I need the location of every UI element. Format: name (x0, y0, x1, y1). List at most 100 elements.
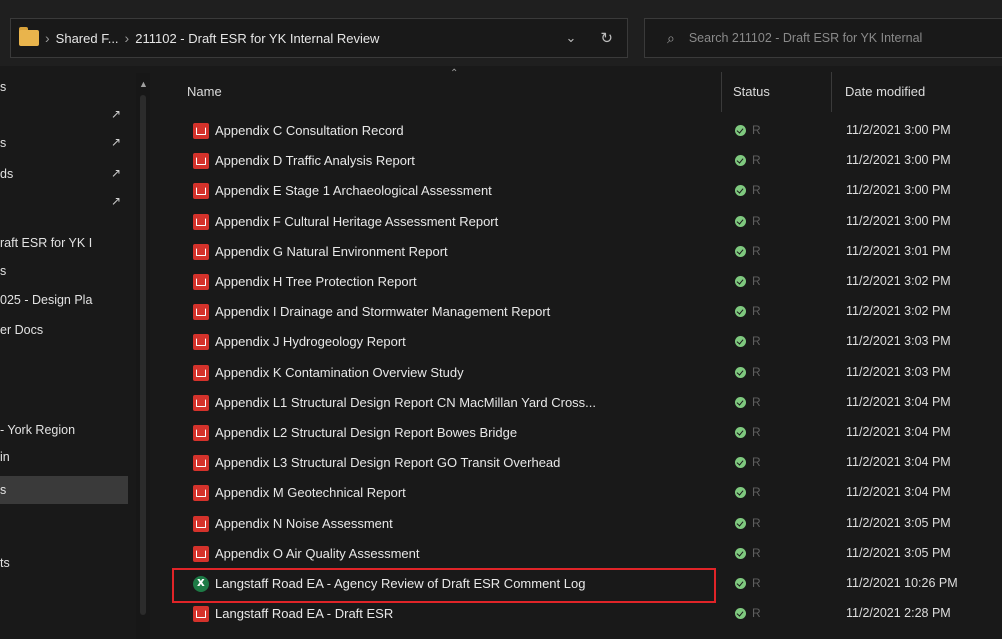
column-divider[interactable] (831, 72, 832, 112)
file-name: Appendix L1 Structural Design Report CN … (215, 395, 597, 410)
sync-status-icon (735, 518, 746, 529)
file-explorer-window: › Shared F... › 211102 - Draft ESR for Y… (0, 0, 1002, 639)
breadcrumb-shared[interactable]: Shared F... (56, 31, 119, 46)
file-name: Appendix G Natural Environment Report (215, 244, 448, 259)
file-name: Appendix N Noise Assessment (215, 516, 393, 531)
pdf-file-icon (193, 516, 209, 532)
file-date-modified: 11/2/2021 10:26 PM (846, 576, 958, 590)
pdf-file-icon (193, 183, 209, 199)
file-status: R (752, 546, 761, 560)
refresh-icon[interactable]: ↻ (600, 29, 613, 47)
breadcrumb-current-folder[interactable]: 211102 - Draft ESR for YK Internal Revie… (135, 31, 379, 46)
scroll-up-arrow-icon[interactable]: ▲ (139, 79, 148, 89)
file-name: Langstaff Road EA - Agency Review of Dra… (215, 576, 586, 591)
sync-status-icon (735, 276, 746, 287)
sync-status-icon (735, 427, 746, 438)
pdf-file-icon (193, 304, 209, 320)
file-date-modified: 11/2/2021 3:03 PM (846, 334, 951, 348)
file-status: R (752, 516, 761, 530)
file-date-modified: 11/2/2021 3:04 PM (846, 455, 951, 469)
breadcrumb-separator[interactable]: › (45, 30, 50, 46)
file-row[interactable]: Appendix E Stage 1 Archaeological Assess… (170, 176, 1002, 206)
sync-status-icon (735, 336, 746, 347)
file-status: R (752, 425, 761, 439)
file-date-modified: 11/2/2021 3:05 PM (846, 516, 951, 530)
search-box[interactable]: ⌕ Search 211102 - Draft ESR for YK Inter… (644, 18, 1002, 58)
nav-item-label: s (0, 80, 7, 94)
pdf-file-icon (193, 546, 209, 562)
file-row[interactable]: Appendix G Natural Environment Report R 11… (170, 237, 1002, 267)
breadcrumb-separator[interactable]: › (125, 30, 130, 46)
file-date-modified: 11/2/2021 3:00 PM (846, 153, 951, 167)
file-date-modified: 11/2/2021 3:05 PM (846, 546, 951, 560)
file-name: Appendix L2 Structural Design Report Bow… (215, 425, 518, 440)
sort-ascending-icon: ⌃ (450, 68, 459, 79)
file-date-modified: 11/2/2021 3:04 PM (846, 395, 951, 409)
sync-status-icon (735, 185, 746, 196)
nav-item[interactable]: s (0, 73, 140, 101)
file-row[interactable]: Appendix I Drainage and Stormwater Manag… (170, 297, 1002, 327)
file-list: Appendix C Consultation Record R 11/2/2021… (0, 116, 1002, 639)
file-status: R (752, 153, 761, 167)
file-status: R (752, 485, 761, 499)
search-placeholder: Search 211102 - Draft ESR for YK Interna… (688, 31, 923, 45)
file-row[interactable]: Appendix L1 Structural Design Report CN … (170, 388, 1002, 418)
column-date-modified[interactable]: Date modified (845, 84, 925, 99)
file-row[interactable]: Appendix O Air Quality Assessment R 11/2/2… (170, 539, 1002, 569)
file-name: Appendix F Cultural Heritage Assessment … (215, 214, 499, 229)
file-row[interactable]: Appendix F Cultural Heritage Assessment … (170, 207, 1002, 237)
file-row[interactable]: Appendix K Contamination Overview Study R… (170, 358, 1002, 388)
file-name: Appendix O Air Quality Assessment (215, 546, 420, 561)
file-name: Appendix M Geotechnical Report (215, 485, 406, 500)
file-name: Appendix K Contamination Overview Study (215, 365, 464, 380)
column-header: ⌃ Name Status Date modified (155, 66, 1002, 112)
file-name: Appendix I Drainage and Stormwater Manag… (215, 304, 551, 319)
column-name[interactable]: Name (187, 84, 222, 99)
pdf-file-icon (193, 244, 209, 260)
sync-status-icon (735, 306, 746, 317)
file-date-modified: 11/2/2021 3:00 PM (846, 183, 951, 197)
file-name: Appendix E Stage 1 Archaeological Assess… (215, 183, 492, 198)
file-row[interactable]: Appendix H Tree Protection Report R 11/2/2… (170, 267, 1002, 297)
column-divider[interactable] (721, 72, 722, 112)
file-date-modified: 11/2/2021 3:02 PM (846, 304, 951, 318)
pdf-file-icon (193, 123, 209, 139)
file-row-highlighted[interactable]: Langstaff Road EA - Agency Review of Dra… (170, 569, 1002, 599)
chevron-down-icon[interactable]: ⌄ (566, 30, 577, 46)
file-row[interactable]: Appendix C Consultation Record R 11/2/2021… (170, 116, 1002, 146)
sync-status-icon (735, 548, 746, 559)
pdf-file-icon (193, 455, 209, 471)
file-status: R (752, 365, 761, 379)
file-status: R (752, 123, 761, 137)
search-icon: ⌕ (667, 29, 675, 46)
file-name: Appendix H Tree Protection Report (215, 274, 417, 289)
pdf-file-icon (193, 214, 209, 230)
file-row[interactable]: Appendix J Hydrogeology Report R 11/2/2021… (170, 327, 1002, 357)
top-bar: › Shared F... › 211102 - Draft ESR for Y… (0, 0, 1002, 66)
sync-status-icon (735, 457, 746, 468)
file-date-modified: 11/2/2021 3:04 PM (846, 425, 951, 439)
file-row[interactable]: Appendix L3 Structural Design Report GO … (170, 448, 1002, 478)
file-name: Appendix J Hydrogeology Report (215, 334, 406, 349)
sync-status-icon (735, 216, 746, 227)
file-status: R (752, 334, 761, 348)
pdf-file-icon (193, 153, 209, 169)
pdf-file-icon (193, 334, 209, 350)
sync-status-icon (735, 246, 746, 257)
file-status: R (752, 606, 761, 620)
sync-status-icon (735, 367, 746, 378)
column-status[interactable]: Status (733, 84, 770, 99)
file-date-modified: 11/2/2021 3:01 PM (846, 244, 951, 258)
folder-icon (19, 27, 39, 46)
file-status: R (752, 274, 761, 288)
file-row[interactable]: Appendix N Noise Assessment R 11/2/2021 3:… (170, 509, 1002, 539)
file-row[interactable]: Appendix D Traffic Analysis Report R 11/2/… (170, 146, 1002, 176)
file-row[interactable]: Appendix L2 Structural Design Report Bow… (170, 418, 1002, 448)
file-date-modified: 11/2/2021 3:02 PM (846, 274, 951, 288)
sync-status-icon (735, 608, 746, 619)
file-row[interactable]: Langstaff Road EA - Draft ESR R 11/2/2021 … (170, 599, 1002, 629)
file-status: R (752, 304, 761, 318)
address-bar[interactable]: › Shared F... › 211102 - Draft ESR for Y… (10, 18, 628, 58)
sync-status-icon (735, 125, 746, 136)
file-row[interactable]: Appendix M Geotechnical Report R 11/2/2021… (170, 478, 1002, 508)
